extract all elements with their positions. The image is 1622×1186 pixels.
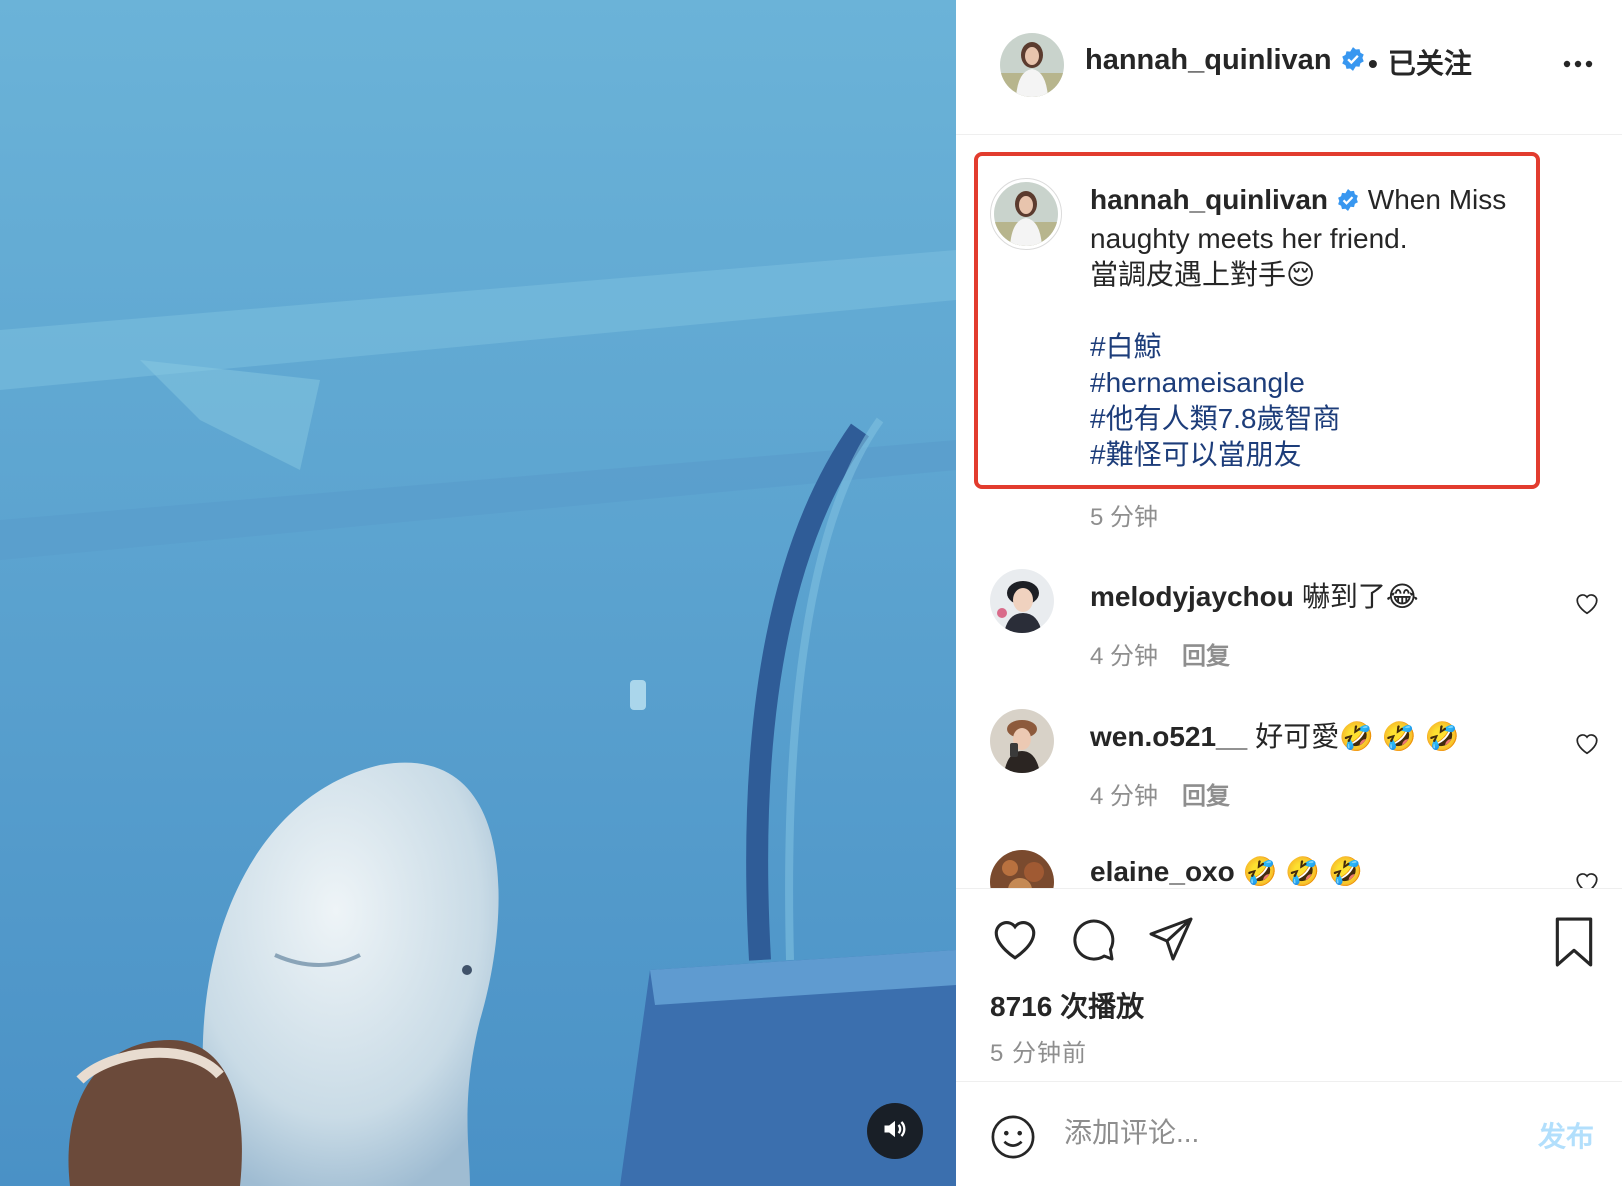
comment-timestamp: 4 分钟 xyxy=(1090,643,1159,670)
caption-username[interactable]: hannah_quinlivan xyxy=(1090,184,1328,215)
follow-status-label[interactable]: 已关注 xyxy=(1388,48,1472,79)
comment-bubble-icon[interactable] xyxy=(1068,915,1118,968)
speaker-icon xyxy=(881,1115,909,1148)
caption-line-2: 當調皮遇上對手😌 xyxy=(1090,259,1316,290)
hashtag-link[interactable]: #hernameisangle xyxy=(1090,365,1530,401)
actions-divider xyxy=(956,888,1622,889)
more-options-icon[interactable] xyxy=(1562,56,1594,74)
add-comment-bar: 发布 xyxy=(956,1081,1622,1186)
share-paper-plane-icon[interactable] xyxy=(1146,915,1196,968)
comment-avatar[interactable] xyxy=(990,709,1054,773)
reply-button[interactable]: 回复 xyxy=(1182,783,1230,810)
separator-dot: • xyxy=(1368,48,1378,79)
like-heart-icon[interactable] xyxy=(990,915,1040,968)
hashtag-link[interactable]: #難怪可以當朋友 xyxy=(1090,437,1530,473)
comment-username[interactable]: melodyjaychou xyxy=(1090,581,1294,612)
comment-like-heart-icon[interactable] xyxy=(1574,591,1600,620)
comment-meta: 4 分钟 回复 xyxy=(1090,776,1230,811)
comment-meta: 4 分钟 回复 xyxy=(1090,636,1230,671)
post-details-panel: hannah_quinlivan • 已关注 hannah_quinlivan xyxy=(956,0,1622,1186)
caption-author-avatar[interactable] xyxy=(990,178,1062,250)
verified-badge-icon xyxy=(1336,185,1360,221)
verified-badge-icon xyxy=(1340,46,1366,80)
post-timestamp: 5 分钟前 xyxy=(990,1040,1088,1067)
author-username-text[interactable]: hannah_quinlivan xyxy=(1085,44,1332,76)
comment-like-heart-icon[interactable] xyxy=(1574,870,1600,888)
comment-username[interactable]: elaine_oxo xyxy=(1090,856,1235,887)
reply-button[interactable]: 回复 xyxy=(1182,643,1230,670)
comment-body: 嚇到了😂 xyxy=(1301,581,1419,612)
comment-text: wen.o521__ 好可愛🤣 🤣 🤣 xyxy=(1090,715,1459,755)
author-avatar[interactable] xyxy=(1000,33,1064,97)
comment-like-heart-icon[interactable] xyxy=(1574,731,1600,760)
comment-timestamp: 4 分钟 xyxy=(1090,783,1159,810)
caption-timestamp: 5 分钟 xyxy=(1090,504,1159,531)
hashtag-link[interactable]: #白鯨 xyxy=(1090,329,1530,365)
smiley-face-icon[interactable] xyxy=(990,1114,1036,1165)
comment-text: elaine_oxo 🤣 🤣 🤣 xyxy=(1090,855,1363,888)
beluga-aquarium-video-frame xyxy=(0,0,956,1186)
comment-avatar[interactable] xyxy=(990,850,1054,888)
comment-avatar[interactable] xyxy=(990,569,1054,633)
comments-scroll-area[interactable]: hannah_quinlivan When Miss naughty meets… xyxy=(956,140,1622,888)
comment-body: 好可愛🤣 🤣 🤣 xyxy=(1255,721,1460,752)
post-actions xyxy=(990,915,1196,968)
header-divider xyxy=(956,134,1622,135)
hashtag-link[interactable]: #他有人類7.8歲智商 xyxy=(1090,401,1530,437)
author-username[interactable]: hannah_quinlivan xyxy=(1085,44,1366,80)
bookmark-icon[interactable] xyxy=(1552,917,1596,972)
comment-text: melodyjaychou 嚇到了😂 xyxy=(1090,575,1419,615)
comment-input[interactable] xyxy=(1064,1111,1484,1155)
post-caption: hannah_quinlivan When Miss naughty meets… xyxy=(1090,182,1530,473)
comment-username[interactable]: wen.o521__ xyxy=(1090,721,1247,752)
post-comment-button[interactable]: 发布 xyxy=(1538,1115,1594,1155)
view-count[interactable]: 8716 次播放 xyxy=(990,985,1144,1025)
comment-body: 🤣 🤣 🤣 xyxy=(1242,856,1363,887)
sound-toggle-button[interactable] xyxy=(867,1103,923,1159)
post-video[interactable] xyxy=(0,0,956,1186)
follow-status-button[interactable]: • 已关注 xyxy=(1368,42,1472,82)
